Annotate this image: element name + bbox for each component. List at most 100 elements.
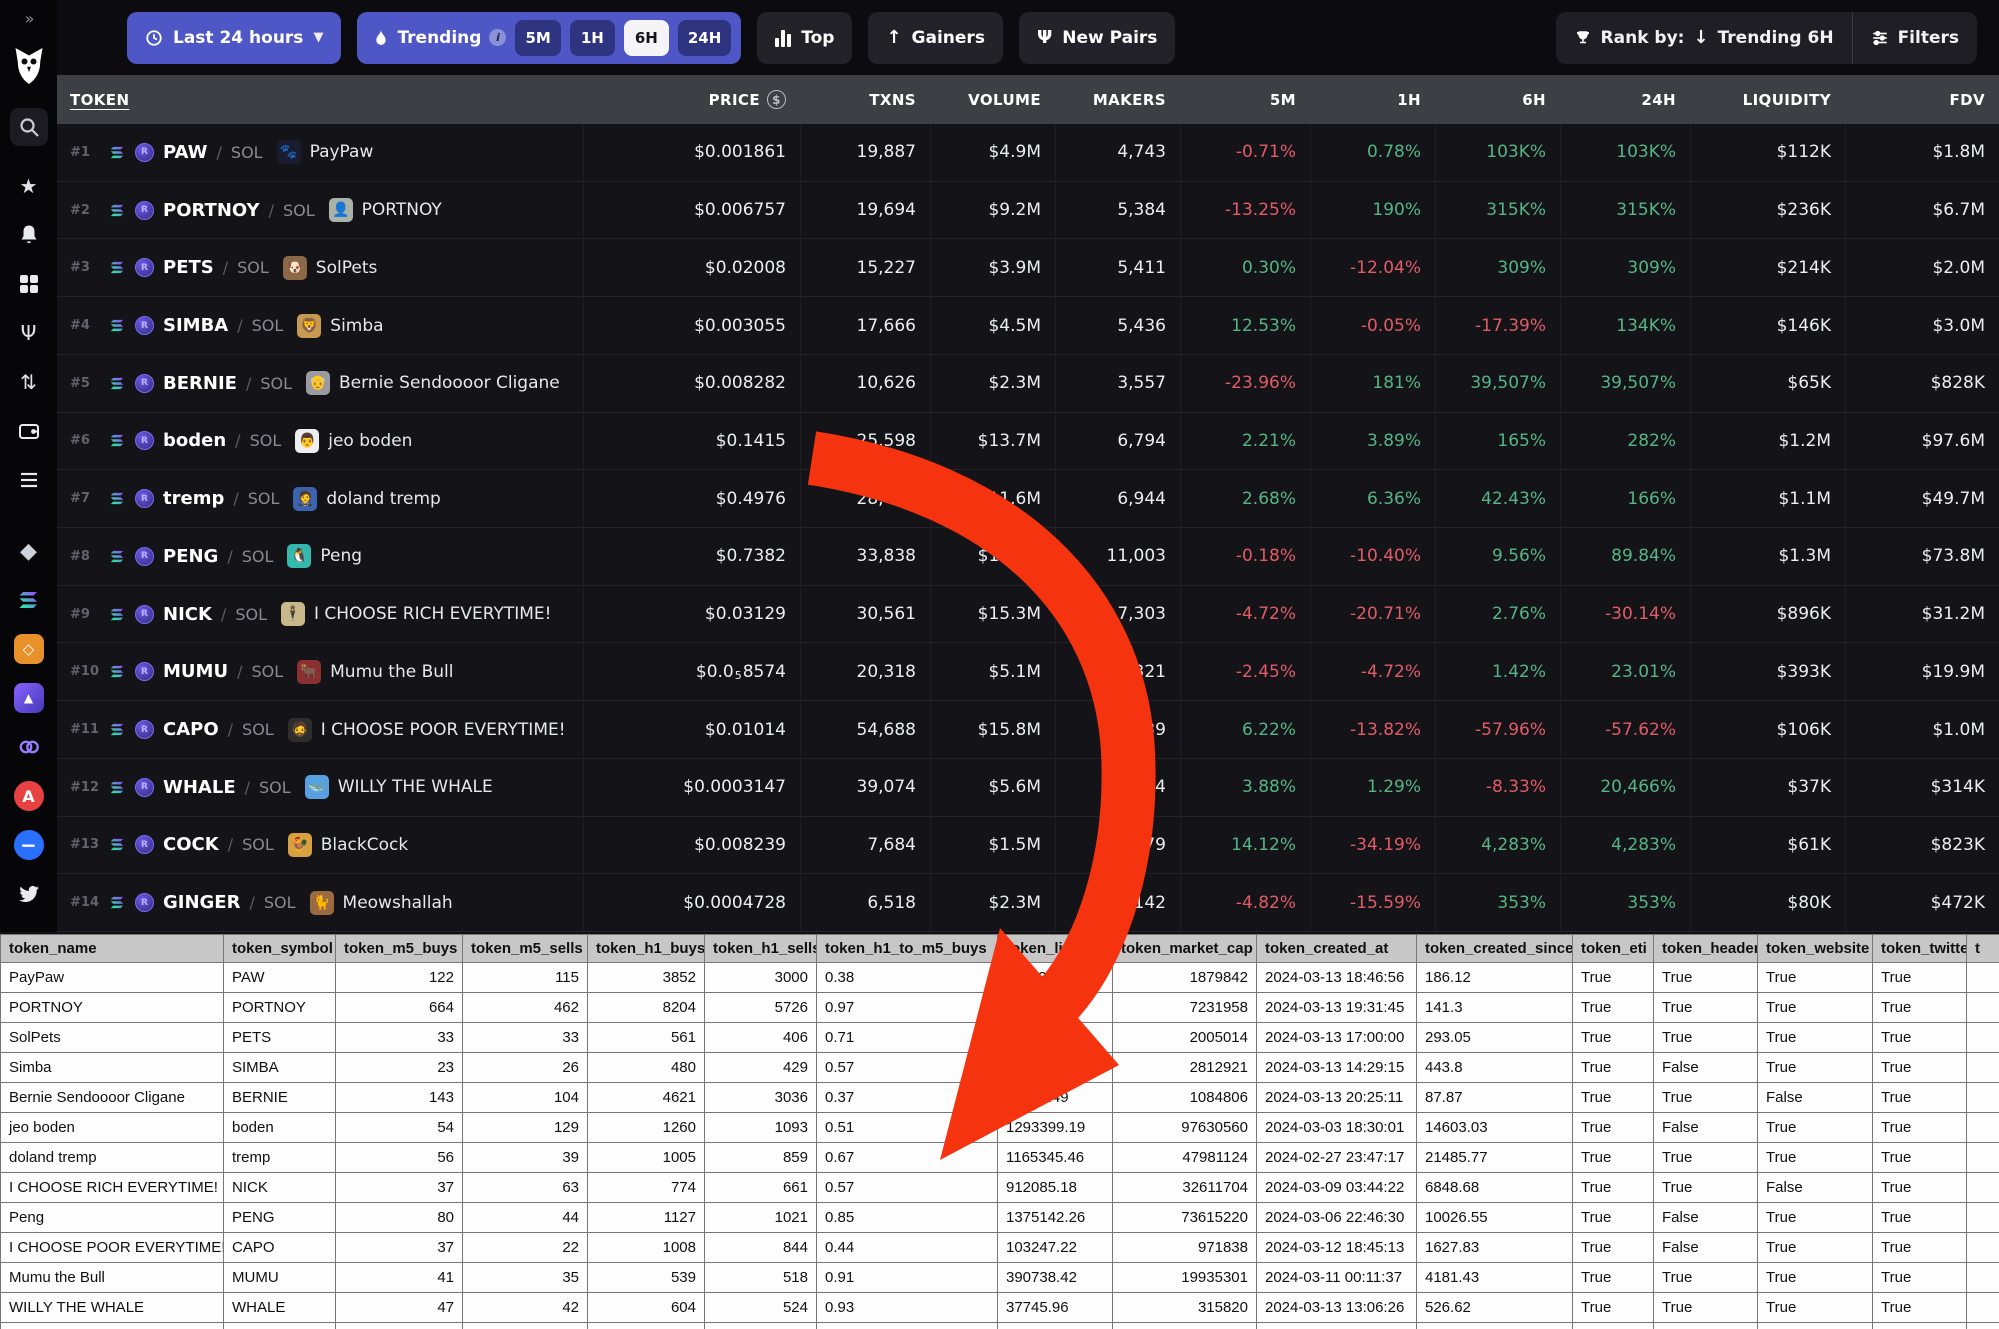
token-row[interactable]: #1RPAW/SOL🐾PayPaw$0.00186119,887$4.9M4,7… (57, 124, 1999, 182)
token-symbol: PENG (163, 546, 218, 567)
interval-1h-button[interactable]: 1H (570, 20, 615, 56)
chain-purple-icon[interactable]: ▲ (11, 680, 47, 716)
token-row[interactable]: #12RWHALE/SOL🐳WILLY THE WHALE$0.00031473… (57, 759, 1999, 817)
new-pairs-tab[interactable]: Ψ New Pairs (1019, 12, 1175, 64)
fdv-cell: $1.0M (1845, 701, 1999, 758)
token-cell: #3RPETS/SOL🐶SolPets (57, 239, 583, 296)
solana-chain-icon (109, 145, 126, 160)
df-cell: 2024-03-12 18:45:13 (1257, 1233, 1417, 1263)
apps-grid-icon[interactable] (11, 266, 47, 302)
token-symbol: PORTNOY (163, 200, 260, 221)
col-price[interactable]: PRICE (709, 91, 760, 109)
col-fdv[interactable]: FDV (1845, 75, 1999, 124)
chain-ethereum-icon[interactable]: ◆ (11, 533, 47, 569)
volume-cell: $5.1M (930, 643, 1055, 700)
token-avatar: 🐧 (287, 544, 311, 568)
token-name: Meowshallah (343, 893, 453, 913)
token-cell: #8RPENG/SOL🐧Peng (57, 528, 583, 585)
df-cell: True (1758, 1113, 1873, 1143)
alerts-bell-icon[interactable] (11, 217, 47, 253)
change-5m-cell: -0.18% (1180, 528, 1310, 585)
col-liquidity[interactable]: LIQUIDITY (1690, 75, 1845, 124)
interval-6h-button[interactable]: 6H (624, 20, 669, 56)
gainers-tab[interactable]: ↑ Gainers (868, 12, 1002, 64)
token-row[interactable]: #13RCOCK/SOL🐓BlackCock$0.0082397,684$1.5… (57, 817, 1999, 875)
token-row[interactable]: #2RPORTNOY/SOL👤PORTNOY$0.00675719,694$9.… (57, 182, 1999, 240)
df-cell: True (1873, 1053, 1967, 1083)
dex-icon: R (135, 374, 154, 393)
rank-by-button[interactable]: Rank by: ↓ Trending 6H (1556, 27, 1852, 48)
col-1h[interactable]: 1H (1310, 75, 1435, 124)
df-cell: 80 (336, 1203, 463, 1233)
col-token[interactable]: TOKEN (70, 91, 129, 109)
telegram-icon[interactable] (11, 925, 47, 932)
df-cell: True (1573, 1293, 1654, 1323)
df-cell: I CHOOSE RICH EVERYTIME! (1, 1173, 224, 1203)
usd-toggle-icon[interactable]: $ (767, 90, 786, 109)
col-5m[interactable]: 5M (1180, 75, 1310, 124)
dataframe-row: SimbaSIMBA23264804290.57146254.452812921… (1, 1053, 1999, 1083)
col-24h[interactable]: 24H (1560, 75, 1690, 124)
quote-symbol: SOL (259, 778, 291, 797)
sort-arrows-icon[interactable]: ⇅ (11, 364, 47, 400)
df-cell: 146254.45 (998, 1053, 1113, 1083)
chain-orange-icon[interactable]: ◇ (11, 631, 47, 667)
chain-solana-icon[interactable] (11, 582, 47, 618)
new-pairs-fork-icon[interactable]: Ψ (11, 315, 47, 351)
filters-button[interactable]: Filters (1853, 28, 1977, 48)
trending-tab[interactable]: Trending i (373, 28, 506, 48)
expand-icon[interactable]: » (11, 6, 47, 30)
interval-5m-button[interactable]: 5M (515, 20, 560, 56)
liquidity-cell: $1.3M (1690, 528, 1845, 585)
token-avatar: 🐳 (305, 775, 329, 799)
token-name: BlackCock (321, 835, 408, 855)
token-avatar: 🤵 (293, 487, 317, 511)
twitter-icon[interactable] (11, 876, 47, 912)
df-cell: True (1573, 993, 1654, 1023)
list-icon[interactable] (11, 462, 47, 498)
token-row[interactable]: #7Rtremp/SOL🤵doland tremp$0.497628,459$1… (57, 470, 1999, 528)
change-24h-cell: 103K% (1560, 124, 1690, 181)
time-range-dropdown[interactable]: Last 24 hours ▼ (127, 12, 341, 64)
wallet-icon[interactable] (11, 413, 47, 449)
change-1h-cell: -12.04% (1310, 239, 1435, 296)
interval-24h-button[interactable]: 24H (678, 20, 731, 56)
token-row[interactable]: #10RMUMU/SOL🐂Mumu the Bull$0.05857420,31… (57, 643, 1999, 701)
token-row[interactable]: #14RGINGER/SOL🐈Meowshallah$0.00047286,51… (57, 874, 1999, 932)
favorites-star-icon[interactable]: ★ (11, 168, 47, 204)
col-makers[interactable]: MAKERS (1055, 75, 1180, 124)
token-row[interactable]: #6Rboden/SOL👨jeo boden$0.141525,598$13.7… (57, 413, 1999, 471)
token-name: Peng (320, 546, 362, 566)
col-volume[interactable]: VOLUME (930, 75, 1055, 124)
token-row[interactable]: #4RSIMBA/SOL🦁Simba$0.00305517,666$4.5M5,… (57, 297, 1999, 355)
makers-cell: 7,303 (1055, 586, 1180, 643)
token-symbol: NICK (163, 604, 212, 625)
chain-polygon-icon[interactable] (11, 729, 47, 765)
liquidity-cell: $1.2M (1690, 413, 1845, 470)
price-cell: $0.006757 (583, 182, 800, 239)
col-6h[interactable]: 6H (1435, 75, 1560, 124)
top-tab[interactable]: Top (757, 12, 852, 64)
df-cell: PETS (224, 1023, 336, 1053)
solana-chain-icon (109, 260, 126, 275)
token-row[interactable]: #11RCAPO/SOL🧔I CHOOSE POOR EVERYTIME!$0.… (57, 701, 1999, 759)
df-cell: 390738.42 (998, 1263, 1113, 1293)
df-col-token_header: token_header (1654, 935, 1758, 963)
txns-cell: 19,887 (800, 124, 930, 181)
search-icon[interactable] (10, 108, 48, 146)
table-body: #1RPAW/SOL🐾PayPaw$0.00186119,887$4.9M4,7… (57, 124, 1999, 932)
token-cell: #5RBERNIE/SOL👴Bernie Sendoooor Cligane (57, 355, 583, 412)
chain-blue-icon[interactable]: − (11, 827, 47, 863)
price-cell: $0.01014 (583, 701, 800, 758)
txns-cell: 10,626 (800, 355, 930, 412)
df-cell: 104 (463, 1083, 588, 1113)
col-txns[interactable]: TXNS (800, 75, 930, 124)
chain-avalanche-icon[interactable]: A (11, 778, 47, 814)
df-cell: 561 (588, 1023, 705, 1053)
token-row[interactable]: #9RNICK/SOL🕴I CHOOSE RICH EVERYTIME!$0.0… (57, 586, 1999, 644)
token-row[interactable]: #5RBERNIE/SOL👴Bernie Sendoooor Cligane$0… (57, 355, 1999, 413)
token-row[interactable]: #8RPENG/SOL🐧Peng$0.738233,838$10.4M11,00… (57, 528, 1999, 586)
dataframe-row: Bernie Sendoooor CliganeBERNIE1431044621… (1, 1083, 1999, 1113)
token-avatar: 👤 (329, 198, 353, 222)
token-row[interactable]: #3RPETS/SOL🐶SolPets$0.0200815,227$3.9M5,… (57, 239, 1999, 297)
